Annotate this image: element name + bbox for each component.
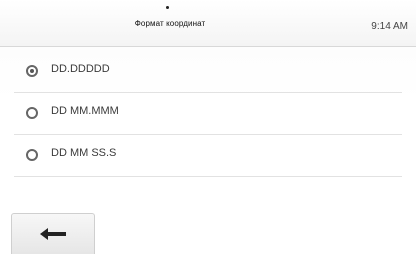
clock: 9:14 AM	[371, 21, 408, 32]
back-button[interactable]	[11, 213, 95, 254]
option-label: DD MM SS.S	[51, 147, 117, 159]
option-label: DD MM.MMM	[51, 105, 119, 117]
status-dot-icon	[166, 6, 169, 9]
radio-unselected-icon[interactable]	[26, 107, 38, 119]
option-dd-mm-mmm[interactable]: DD MM.MMM	[0, 93, 416, 133]
option-dd-ddddd[interactable]: DD.DDDDD	[0, 51, 416, 91]
radio-selected-icon[interactable]	[26, 65, 38, 77]
header-bar: Формат координат 9:14 AM	[0, 0, 416, 47]
radio-unselected-icon[interactable]	[26, 149, 38, 161]
page-title: Формат координат	[134, 19, 206, 28]
option-dd-mm-ss-s[interactable]: DD MM SS.S	[0, 135, 416, 175]
coordinate-format-screen: Формат координат 9:14 AM DD.DDDDD DD MM.…	[0, 0, 416, 254]
left-arrow-icon	[40, 228, 66, 240]
option-label: DD.DDDDD	[51, 63, 110, 75]
divider	[14, 176, 402, 177]
